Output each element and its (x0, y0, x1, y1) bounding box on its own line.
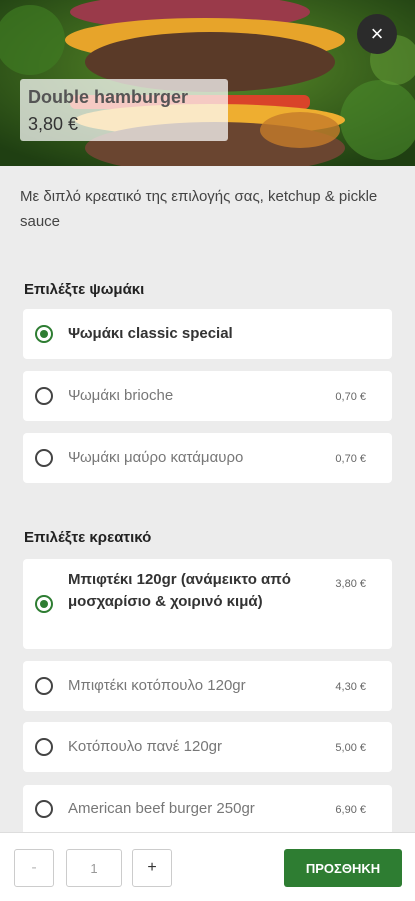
option-price: 6,90 € (335, 804, 366, 816)
section-title-bread: Επιλέξτε ψωμάκι (24, 281, 145, 298)
option-label: Μπιφτέκι κοτόπουλο 120gr (68, 677, 246, 694)
option-price: 3,80 € (335, 578, 366, 590)
radio-button[interactable] (35, 449, 53, 467)
option-price: 0,70 € (335, 391, 366, 403)
option-bread-classic[interactable]: Ψωμάκι classic special (23, 309, 392, 359)
option-meat-chicken[interactable]: Μπιφτέκι κοτόπουλο 120gr 4,30 € (23, 661, 392, 711)
radio-button[interactable] (35, 738, 53, 756)
quantity-increase-button[interactable]: + (132, 849, 172, 887)
option-price: 5,00 € (335, 742, 366, 754)
product-name: Double hamburger (28, 87, 189, 107)
option-meat-mixed[interactable]: Μπιφτέκι 120gr (ανάμεικτο από μοσχαρίσιο… (23, 559, 392, 649)
radio-button[interactable] (35, 677, 53, 695)
section-title-meat: Επιλέξτε κρεατικό (24, 529, 152, 546)
option-price: 4,30 € (335, 681, 366, 693)
add-to-cart-button[interactable]: ΠΡΟΣΘΗΚΗ (284, 849, 402, 887)
option-label: Ψωμάκι brioche (68, 387, 174, 404)
option-bread-brioche[interactable]: Ψωμάκι brioche 0,70 € (23, 371, 392, 421)
product-price: 3,80 € (28, 114, 79, 134)
product-image: × Double hamburger 3,80 € (0, 0, 415, 166)
radio-button[interactable] (35, 387, 53, 405)
option-label: Ψωμάκι μαύρο κατάμαυρο (68, 449, 244, 466)
radio-button[interactable] (35, 595, 53, 613)
option-label: Μπιφτέκι 120gr (ανάμεικτο από μοσχαρίσιο… (68, 571, 291, 610)
option-meat-chicken-pane[interactable]: Κοτόπουλο πανέ 120gr 5,00 € (23, 722, 392, 772)
close-icon: × (370, 21, 384, 46)
option-label: American beef burger 250gr (68, 800, 255, 817)
close-button[interactable]: × (357, 14, 397, 54)
quantity-input[interactable] (66, 849, 122, 887)
quantity-decrease-button[interactable]: - (14, 849, 54, 887)
option-bread-black[interactable]: Ψωμάκι μαύρο κατάμαυρο 0,70 € (23, 433, 392, 483)
radio-button[interactable] (35, 800, 53, 818)
option-label: Ψωμάκι classic special (68, 325, 233, 342)
bottom-bar: - + ΠΡΟΣΘΗΚΗ (0, 832, 415, 901)
product-title-box: Double hamburger 3,80 € (20, 79, 228, 141)
product-description: Με διπλό κρεατικό της επιλογής σας, ketc… (20, 188, 378, 230)
radio-button[interactable] (35, 325, 53, 343)
option-label: Κοτόπουλο πανέ 120gr (68, 738, 222, 755)
option-price: 0,70 € (335, 453, 366, 465)
option-meat-american-beef[interactable]: American beef burger 250gr 6,90 € (23, 785, 392, 835)
